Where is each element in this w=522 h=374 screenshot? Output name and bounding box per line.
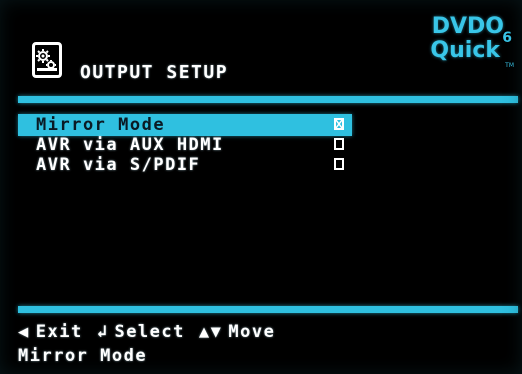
enter-icon: ↲ xyxy=(96,322,109,342)
output-setup-menu: Mirror Mode AVR via AUX HDMI AVR via S/P… xyxy=(18,114,518,176)
footer-hints: ◀ Exit ↲ Select ▲▼ Move xyxy=(18,322,289,342)
page-title: OUTPUT SETUP xyxy=(80,62,229,83)
hint-select: Select xyxy=(114,322,185,342)
menu-item-label: Mirror Mode xyxy=(36,115,166,135)
menu-item-avr-spdif[interactable]: AVR via S/PDIF xyxy=(18,154,518,176)
avr-spdif-checkbox[interactable] xyxy=(334,158,344,170)
header-divider xyxy=(18,96,518,103)
status-text: Mirror Mode xyxy=(18,346,148,366)
osd-screen: OUTPUT SETUP DVDO 6 Quick TM Mirror Mode… xyxy=(0,0,522,374)
menu-item-mirror-mode[interactable]: Mirror Mode xyxy=(18,114,352,136)
logo-tm: TM xyxy=(505,62,514,69)
logo-line1: DVDO xyxy=(431,14,504,39)
settings-gear-icon xyxy=(32,42,62,78)
up-down-arrows-icon: ▲▼ xyxy=(198,322,223,342)
menu-item-avr-aux-hdmi[interactable]: AVR via AUX HDMI xyxy=(18,134,518,156)
menu-item-label: AVR via S/PDIF xyxy=(36,155,201,175)
hint-move: Move xyxy=(228,322,276,342)
avr-aux-hdmi-checkbox[interactable] xyxy=(334,138,344,150)
hint-exit: Exit xyxy=(35,322,83,342)
dvdo-logo: DVDO 6 Quick TM xyxy=(404,8,514,69)
logo-line2: Quick xyxy=(430,38,500,63)
logo-sub: 6 xyxy=(502,30,512,46)
left-arrow-icon: ◀ xyxy=(18,322,30,342)
mirror-mode-checkbox[interactable] xyxy=(334,118,344,130)
footer-divider xyxy=(18,306,518,313)
menu-item-label: AVR via AUX HDMI xyxy=(36,135,224,155)
